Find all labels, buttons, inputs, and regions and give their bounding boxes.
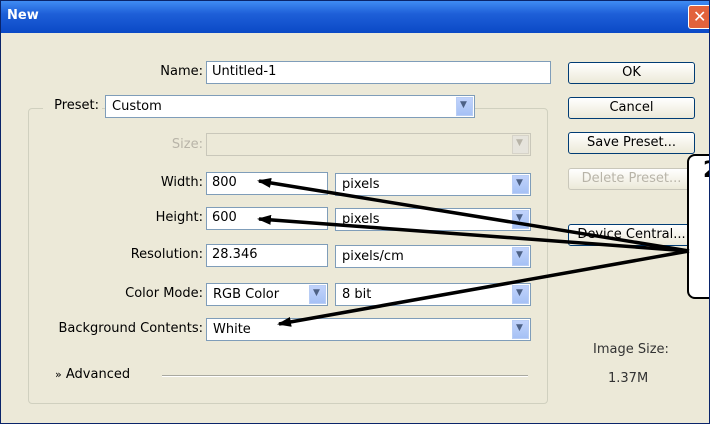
annotation-arrows: [257, 177, 690, 327]
arrow-to-height: [257, 214, 690, 253]
arrow-to-background: [277, 249, 690, 327]
new-document-dialog: New ✕ Name: Untitled-1 Preset: Custom ▼ …: [0, 0, 710, 424]
arrow-to-width: [257, 177, 690, 253]
